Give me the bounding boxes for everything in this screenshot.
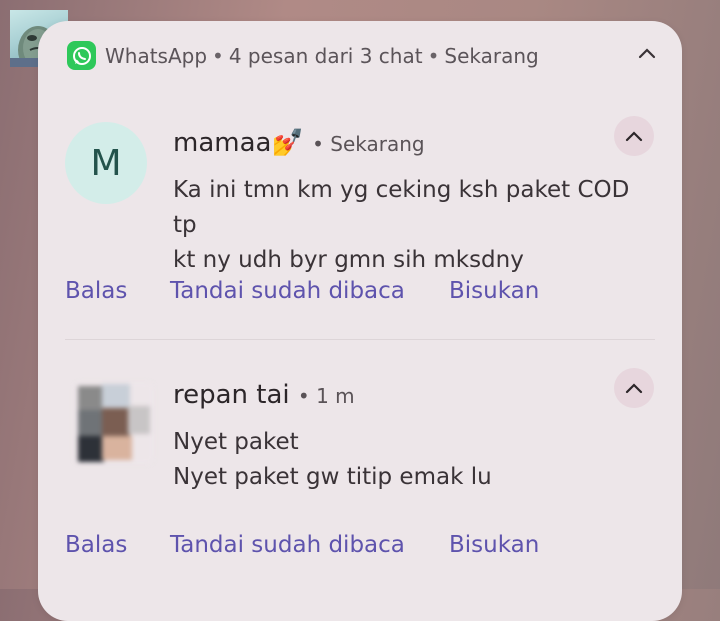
sender-avatar: M <box>65 122 147 204</box>
message-body: Nyet paket Nyet paket gw titip emak lu <box>173 425 653 495</box>
collapse-message-button[interactable] <box>614 368 654 408</box>
message-time: 1 m <box>316 384 355 408</box>
app-name: WhatsApp <box>105 44 208 68</box>
mark-as-read-button[interactable]: Tandai sudah dibaca <box>170 276 405 306</box>
message-line: Nyet paket <box>173 429 299 455</box>
sender-avatar <box>74 382 154 464</box>
sender-name: repan tai <box>173 380 290 410</box>
message-sender: repan tai • 1 m <box>173 378 355 413</box>
collapse-message-button[interactable] <box>614 116 654 156</box>
message-line: Nyet paket gw titip emak lu <box>173 464 492 490</box>
chevron-up-icon <box>638 48 656 59</box>
header-time: Sekarang <box>444 44 539 68</box>
mark-as-read-button[interactable]: Tandai sudah dibaca <box>170 530 405 560</box>
message-line: kt ny udh byr gmn sih mksdny <box>173 247 524 273</box>
reply-button[interactable]: Balas <box>65 276 127 306</box>
message-divider <box>65 339 655 340</box>
message-sender: mamaa💅 • Sekarang <box>173 126 425 161</box>
separator-dot: • <box>312 132 324 156</box>
collapse-group-button[interactable] <box>634 40 660 66</box>
reply-button[interactable]: Balas <box>65 530 127 560</box>
mute-button[interactable]: Bisukan <box>449 530 539 560</box>
separator-dot: • <box>297 384 310 408</box>
separator-dot: • <box>427 44 440 68</box>
message-line: Ka ini tmn km yg ceking ksh paket COD tp <box>173 177 630 238</box>
separator-dot: • <box>212 44 224 68</box>
whatsapp-icon <box>67 41 96 70</box>
message-body: Ka ini tmn km yg ceking ksh paket COD tp… <box>173 173 653 278</box>
message-summary: 4 pesan dari 3 chat <box>228 44 423 68</box>
mute-button[interactable]: Bisukan <box>449 276 539 306</box>
chevron-up-icon <box>625 383 643 394</box>
sender-name: mamaa💅 <box>173 128 304 158</box>
chevron-up-icon <box>625 131 643 142</box>
message-time: Sekarang <box>330 132 425 156</box>
notification-header: WhatsApp • 4 pesan dari 3 chat • Sekarang <box>105 42 539 70</box>
